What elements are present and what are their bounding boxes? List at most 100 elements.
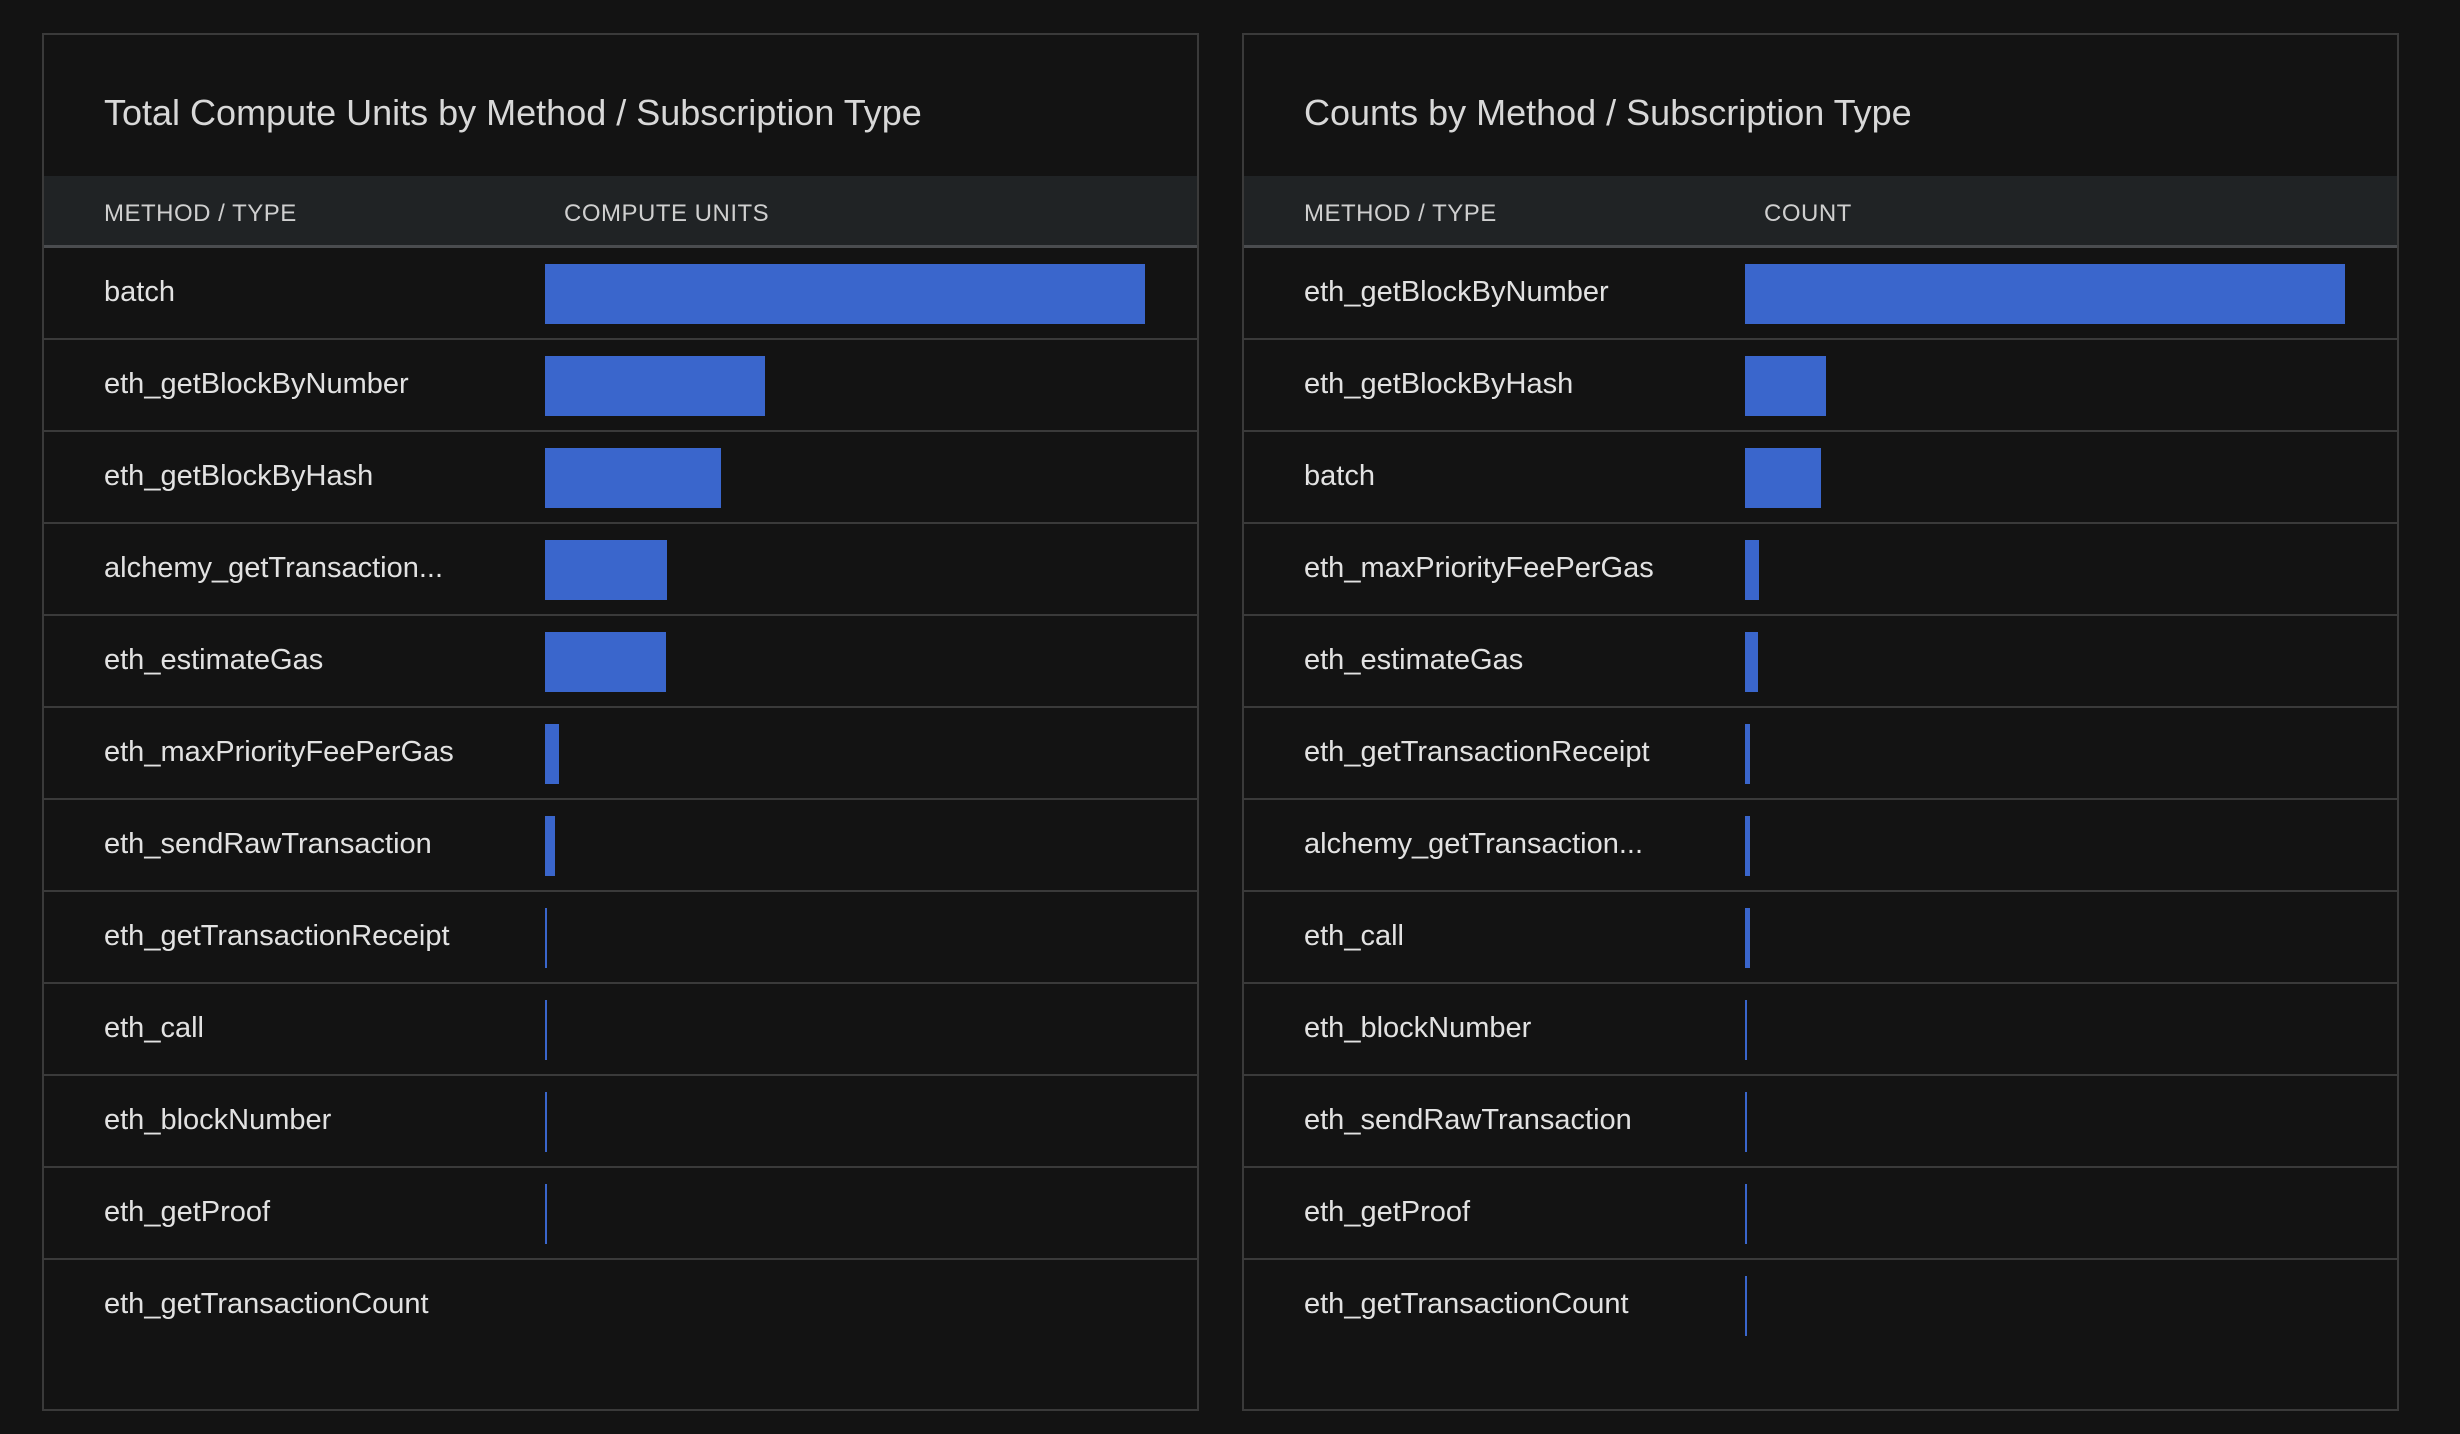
panel-title: Counts by Method / Subscription Type bbox=[1304, 92, 1912, 133]
bar-track bbox=[1745, 1000, 2345, 1060]
value-bar[interactable] bbox=[1745, 908, 1750, 968]
bar-track bbox=[545, 1276, 1145, 1336]
row-method-label: eth_maxPriorityFeePerGas bbox=[104, 736, 454, 768]
bar-track bbox=[545, 908, 1145, 968]
table-body: batch eth_getBlockByNumber eth_getBlockByH… bbox=[44, 248, 1197, 1352]
table-row[interactable]: eth_getTransactionReceipt bbox=[44, 892, 1197, 984]
table-row[interactable]: batch bbox=[1244, 432, 2397, 524]
bar-track bbox=[1745, 908, 2345, 968]
bar-track bbox=[1745, 1092, 2345, 1152]
column-header-method[interactable]: METHOD / TYPE bbox=[104, 200, 297, 228]
row-method-label: eth_getBlockByNumber bbox=[1304, 276, 1609, 308]
table-row[interactable]: batch bbox=[44, 248, 1197, 340]
table-row[interactable]: eth_sendRawTransaction bbox=[44, 800, 1197, 892]
row-method-label: eth_sendRawTransaction bbox=[104, 828, 432, 860]
value-bar[interactable] bbox=[1745, 1184, 1748, 1244]
table-row[interactable]: eth_getProof bbox=[44, 1168, 1197, 1260]
value-bar[interactable] bbox=[1745, 1092, 1748, 1152]
counts-panel: Counts by Method / Subscription Type MET… bbox=[1242, 33, 2399, 1411]
row-method-label: eth_getBlockByNumber bbox=[104, 368, 409, 400]
value-bar[interactable] bbox=[1745, 1276, 1748, 1336]
value-bar[interactable] bbox=[545, 1092, 547, 1152]
row-method-label: eth_getTransactionCount bbox=[1304, 1288, 1629, 1320]
value-bar[interactable] bbox=[545, 540, 667, 600]
bar-track bbox=[545, 448, 1145, 508]
row-method-label: eth_blockNumber bbox=[104, 1104, 332, 1136]
table-row[interactable]: eth_getTransactionReceipt bbox=[1244, 708, 2397, 800]
value-bar[interactable] bbox=[545, 1184, 547, 1244]
row-method-label: eth_blockNumber bbox=[1304, 1012, 1532, 1044]
row-method-label: eth_sendRawTransaction bbox=[1304, 1104, 1632, 1136]
bar-track bbox=[545, 1000, 1145, 1060]
row-method-label: eth_maxPriorityFeePerGas bbox=[1304, 552, 1654, 584]
bar-track bbox=[545, 632, 1145, 692]
table-row[interactable]: eth_getBlockByNumber bbox=[1244, 248, 2397, 340]
table-row[interactable]: eth_sendRawTransaction bbox=[1244, 1076, 2397, 1168]
row-method-label: eth_getTransactionReceipt bbox=[1304, 736, 1650, 768]
value-bar[interactable] bbox=[545, 264, 1145, 324]
table-row[interactable]: eth_getTransactionCount bbox=[44, 1260, 1197, 1352]
row-method-label: eth_call bbox=[1304, 920, 1404, 952]
row-method-label: eth_getBlockByHash bbox=[104, 460, 374, 492]
row-method-label: eth_getTransactionReceipt bbox=[104, 920, 450, 952]
bar-track bbox=[545, 356, 1145, 416]
table-row[interactable]: eth_estimateGas bbox=[44, 616, 1197, 708]
bar-track bbox=[1745, 448, 2345, 508]
row-method-label: alchemy_getTransaction... bbox=[104, 552, 444, 584]
row-method-label: eth_estimateGas bbox=[104, 644, 324, 676]
bar-track bbox=[545, 724, 1145, 784]
value-bar[interactable] bbox=[545, 724, 560, 784]
value-bar[interactable] bbox=[1745, 816, 1750, 876]
value-bar[interactable] bbox=[545, 356, 766, 416]
column-header-method[interactable]: METHOD / TYPE bbox=[1304, 200, 1497, 228]
panel-title: Total Compute Units by Method / Subscrip… bbox=[104, 92, 922, 133]
table-row[interactable]: eth_blockNumber bbox=[1244, 984, 2397, 1076]
table-row[interactable]: eth_getBlockByNumber bbox=[44, 340, 1197, 432]
row-method-label: batch bbox=[104, 276, 175, 308]
row-method-label: eth_getProof bbox=[104, 1196, 271, 1228]
bar-track bbox=[1745, 1184, 2345, 1244]
table-row[interactable]: eth_getBlockByHash bbox=[1244, 340, 2397, 432]
table-row[interactable]: eth_maxPriorityFeePerGas bbox=[1244, 524, 2397, 616]
row-method-label: alchemy_getTransaction... bbox=[1304, 828, 1644, 860]
value-bar[interactable] bbox=[1745, 264, 2345, 324]
compute-units-panel: Total Compute Units by Method / Subscrip… bbox=[42, 33, 1199, 1411]
bar-track bbox=[1745, 540, 2345, 600]
value-bar[interactable] bbox=[545, 908, 548, 968]
bar-track bbox=[1745, 356, 2345, 416]
table-row[interactable]: eth_getBlockByHash bbox=[44, 432, 1197, 524]
row-method-label: batch bbox=[1304, 460, 1375, 492]
value-bar[interactable] bbox=[545, 816, 555, 876]
value-bar[interactable] bbox=[1745, 356, 1826, 416]
value-bar[interactable] bbox=[545, 1000, 547, 1060]
bar-track bbox=[1745, 724, 2345, 784]
table-row[interactable]: eth_getTransactionCount bbox=[1244, 1260, 2397, 1352]
column-header-compute-units[interactable]: COMPUTE UNITS bbox=[564, 200, 769, 228]
row-method-label: eth_getProof bbox=[1304, 1196, 1471, 1228]
value-bar[interactable] bbox=[545, 632, 666, 692]
value-bar[interactable] bbox=[1745, 724, 1750, 784]
bar-track bbox=[545, 540, 1145, 600]
table-row[interactable]: eth_maxPriorityFeePerGas bbox=[44, 708, 1197, 800]
bar-track bbox=[1745, 632, 2345, 692]
row-method-label: eth_getTransactionCount bbox=[104, 1288, 429, 1320]
bar-track bbox=[545, 1184, 1145, 1244]
table-row[interactable]: alchemy_getTransaction... bbox=[1244, 800, 2397, 892]
row-method-label: eth_getBlockByHash bbox=[1304, 368, 1574, 400]
value-bar[interactable] bbox=[1745, 632, 1759, 692]
bar-track bbox=[545, 1092, 1145, 1152]
table-row[interactable]: alchemy_getTransaction... bbox=[44, 524, 1197, 616]
value-bar[interactable] bbox=[545, 448, 722, 508]
table-header: METHOD / TYPE COUNT bbox=[1244, 176, 2397, 248]
value-bar[interactable] bbox=[1745, 540, 1760, 600]
bar-track bbox=[1745, 816, 2345, 876]
table-row[interactable]: eth_call bbox=[1244, 892, 2397, 984]
table-row[interactable]: eth_blockNumber bbox=[44, 1076, 1197, 1168]
column-header-count[interactable]: COUNT bbox=[1764, 200, 1852, 228]
value-bar[interactable] bbox=[1745, 1000, 1748, 1060]
value-bar[interactable] bbox=[1745, 448, 1821, 508]
table-header: METHOD / TYPE COMPUTE UNITS bbox=[44, 176, 1197, 248]
table-row[interactable]: eth_call bbox=[44, 984, 1197, 1076]
table-row[interactable]: eth_getProof bbox=[1244, 1168, 2397, 1260]
table-row[interactable]: eth_estimateGas bbox=[1244, 616, 2397, 708]
